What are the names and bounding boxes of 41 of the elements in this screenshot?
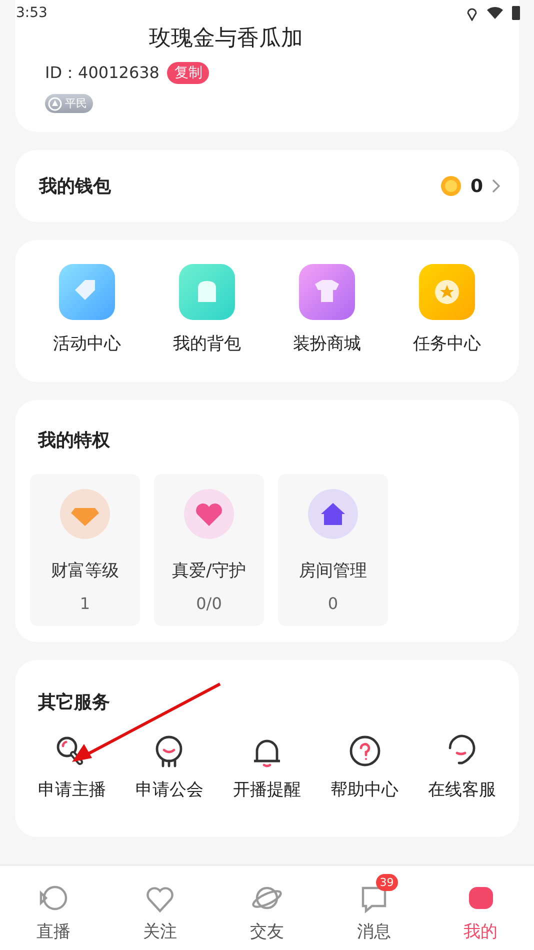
coin-icon [440,175,462,197]
nav-tab[interactable]: 关注 [106,874,214,950]
feature-label[interactable]: 装扮商城 [293,332,361,355]
shirt-icon [299,264,355,320]
copy-button[interactable]: 复制 [167,62,210,84]
house-icon [308,489,358,539]
privilege-label: 真爱/守护 [172,560,246,582]
user-name: 玫瑰金与香瓜加 [149,26,303,52]
tag-icon [59,264,115,320]
service-label[interactable]: 帮助中心 [330,778,399,801]
privilege-value: 0/0 [196,594,222,613]
privilege-label: 财富等级 [51,560,119,582]
privilege-card[interactable]: 财富等级 1 [30,474,140,626]
nav-tab[interactable]: 我的 [427,874,534,950]
privilege-value: 1 [80,594,90,613]
feature-label[interactable]: 活动中心 [53,332,121,355]
user-id: ID：40012638 [45,62,160,84]
nav-tab[interactable]: 交友 [214,874,320,950]
privilege-card[interactable]: 真爱/守护 0/0 [154,474,264,626]
unread-badge: 39 [376,874,398,891]
section-title: 我的特权 [36,429,111,452]
wifi-icon [486,6,504,20]
privilege-value: 0 [328,594,338,613]
feature-label[interactable]: 我的背包 [173,332,241,355]
feature-label[interactable]: 任务中心 [413,332,481,355]
service-label[interactable]: 在线客服 [428,778,496,801]
wallet-title: 我的钱包 [39,175,111,198]
service-label[interactable]: 申请主播 [38,778,106,801]
status-time: 3:53 [16,5,48,21]
nav-tab[interactable]: 39 消息 [320,874,428,950]
section-title: 其它服务 [37,691,111,714]
privilege-card[interactable]: 房间管理 0 [278,474,388,626]
battery-icon [512,5,520,21]
wallet-card[interactable]: 我的钱包 0 [15,150,519,222]
service-label[interactable]: 开播提醒 [232,778,301,801]
chevron-right-icon [491,178,501,194]
service-label[interactable]: 申请公会 [135,778,204,801]
nav-tab[interactable]: 直播 [0,874,107,950]
wallet-balance: 0 [470,176,483,196]
rank-badge: 平民 [45,94,93,113]
privilege-label: 房间管理 [299,560,367,582]
